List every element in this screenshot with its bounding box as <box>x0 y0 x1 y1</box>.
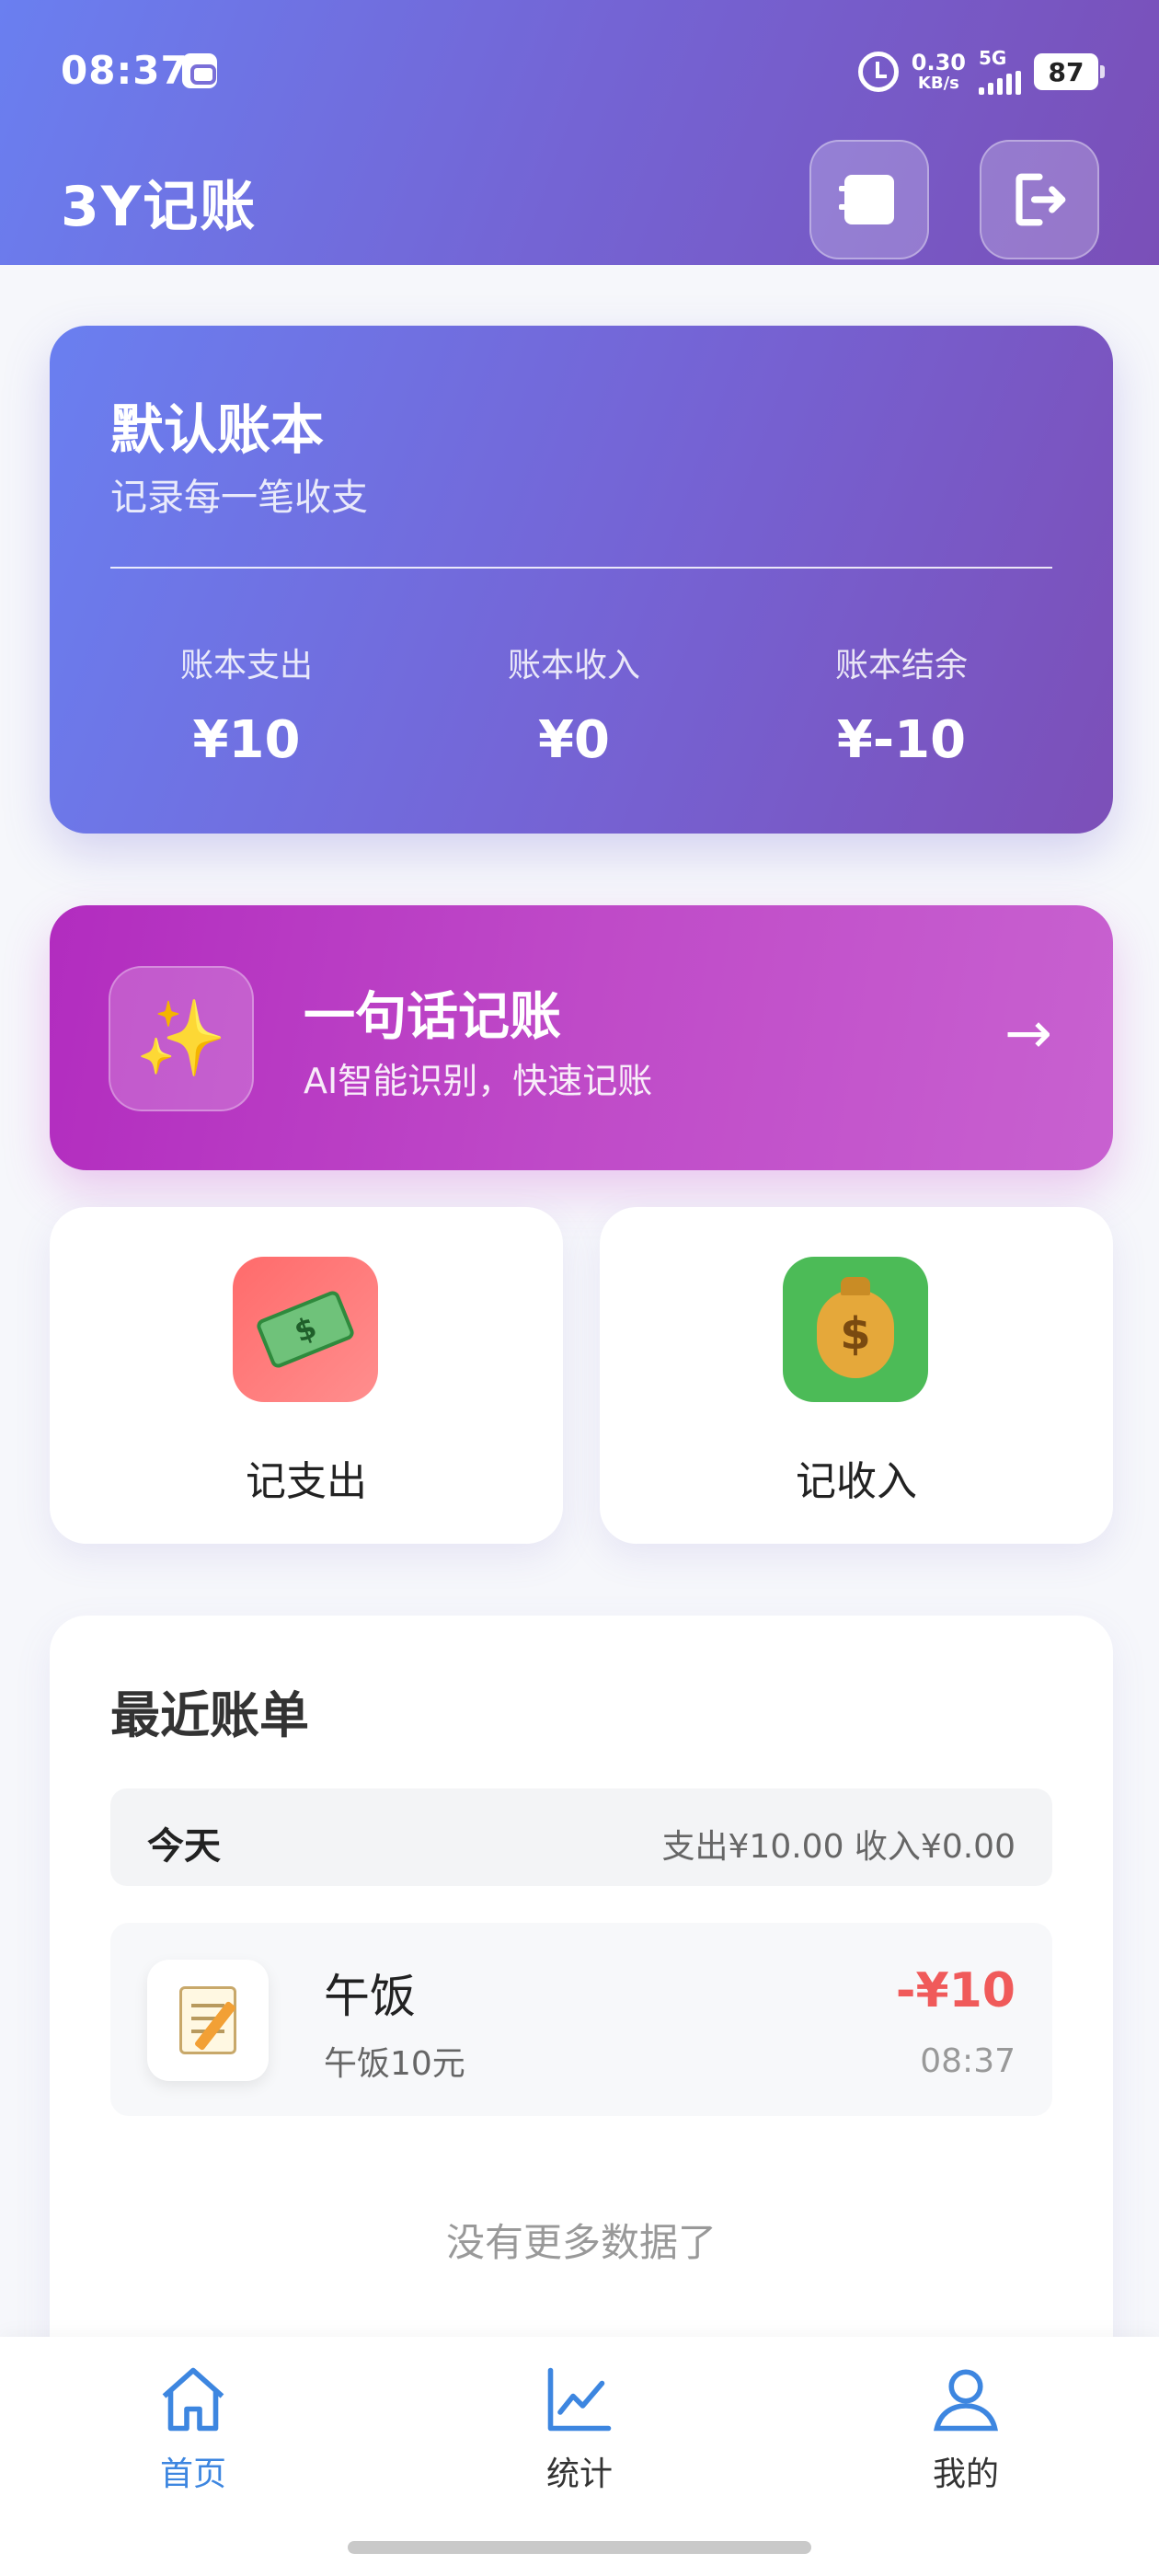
user-icon <box>934 2369 998 2432</box>
app-header: 08:37 0.30 KB/s 5G 87 3Y记账 <box>0 0 1159 265</box>
network-speed: 0.30 KB/s <box>912 52 966 92</box>
network-speed-value: 0.30 <box>911 50 966 75</box>
home-icon <box>162 2367 224 2432</box>
account-book-description: 记录每一笔收支 <box>110 477 368 519</box>
tab-home[interactable]: 首页 <box>92 2361 294 2508</box>
divider <box>110 567 1052 569</box>
stat-expense: 账本支出 ¥10 <box>90 638 403 770</box>
book-icon <box>839 175 894 224</box>
add-expense-button[interactable]: $ 记支出 <box>50 1207 563 1544</box>
add-income-button[interactable]: $ 记收入 <box>600 1207 1113 1544</box>
status-bar: 08:37 0.30 KB/s 5G 87 <box>0 0 1159 138</box>
add-income-label: 记收入 <box>796 1458 917 1505</box>
arrow-right-icon: → <box>1004 999 1052 1066</box>
day-summary-row: 今天 支出¥10.00 收入¥0.00 <box>110 1788 1052 1886</box>
ai-quick-entry-card[interactable]: ✨ 一句话记账 AI智能识别，快速记账 → <box>50 905 1113 1170</box>
tab-profile[interactable]: 我的 <box>865 2361 1067 2508</box>
app-title: 3Y记账 <box>61 175 258 239</box>
status-indicators: 0.30 KB/s 5G 87 <box>857 44 1105 99</box>
recent-bills-title: 最近账单 <box>110 1686 309 1744</box>
logout-button[interactable] <box>980 140 1099 259</box>
alarm-icon <box>857 52 899 92</box>
tab-label: 我的 <box>932 2455 999 2493</box>
stat-value: ¥0 <box>538 710 610 770</box>
stat-balance: 账本结余 ¥-10 <box>745 638 1058 770</box>
logout-icon <box>1016 173 1066 226</box>
tab-label: 统计 <box>545 2455 613 2493</box>
tab-label: 首页 <box>159 2455 226 2493</box>
stat-label: 账本收入 <box>507 647 640 684</box>
money-with-wings-icon: $ <box>233 1257 378 1402</box>
stat-label: 账本结余 <box>834 647 968 684</box>
no-more-data-text: 没有更多数据了 <box>445 2220 717 2265</box>
add-expense-label: 记支出 <box>246 1458 367 1505</box>
money-bag-icon: $ <box>783 1257 928 1402</box>
day-label: 今天 <box>147 1825 221 1868</box>
bill-entry-time: 08:37 <box>920 2042 1016 2080</box>
stat-income: 账本收入 ¥0 <box>418 638 730 770</box>
stat-value: ¥10 <box>192 710 301 770</box>
network-speed-unit: KB/s <box>917 74 959 93</box>
ai-entry-subtitle: AI智能识别，快速记账 <box>304 1061 653 1101</box>
bill-entry[interactable]: 午饭 午饭10元 -¥10 08:37 <box>110 1923 1052 2116</box>
sparkles-icon: ✨ <box>109 966 254 1111</box>
bottom-tab-bar: 首页 统计 我的 <box>0 2337 1159 2576</box>
ai-entry-title: 一句话记账 <box>304 987 561 1047</box>
stat-label: 账本支出 <box>179 647 313 684</box>
signal-icon: 5G <box>979 49 1021 95</box>
bill-entry-title: 午饭 <box>324 1970 416 2023</box>
account-book-name: 默认账本 <box>110 398 325 461</box>
stat-value: ¥-10 <box>836 710 967 770</box>
account-book-card[interactable]: 默认账本 记录每一笔收支 账本支出 ¥10 账本收入 ¥0 账本结余 ¥-10 <box>50 326 1113 834</box>
bill-entry-note: 午饭10元 <box>324 2045 465 2083</box>
tab-statistics[interactable]: 统计 <box>478 2361 681 2508</box>
chart-icon <box>547 2367 612 2432</box>
battery-icon: 87 <box>1034 53 1105 90</box>
memo-icon <box>147 1960 269 2081</box>
home-indicator[interactable] <box>348 2541 811 2554</box>
status-time: 08:37 <box>61 48 189 93</box>
network-type: 5G <box>979 47 1007 69</box>
gallery-notification-icon <box>182 53 217 88</box>
day-summary: 支出¥10.00 收入¥0.00 <box>661 1828 1016 1866</box>
bill-entry-amount: -¥10 <box>895 1963 1016 2018</box>
account-book-button[interactable] <box>809 140 929 259</box>
